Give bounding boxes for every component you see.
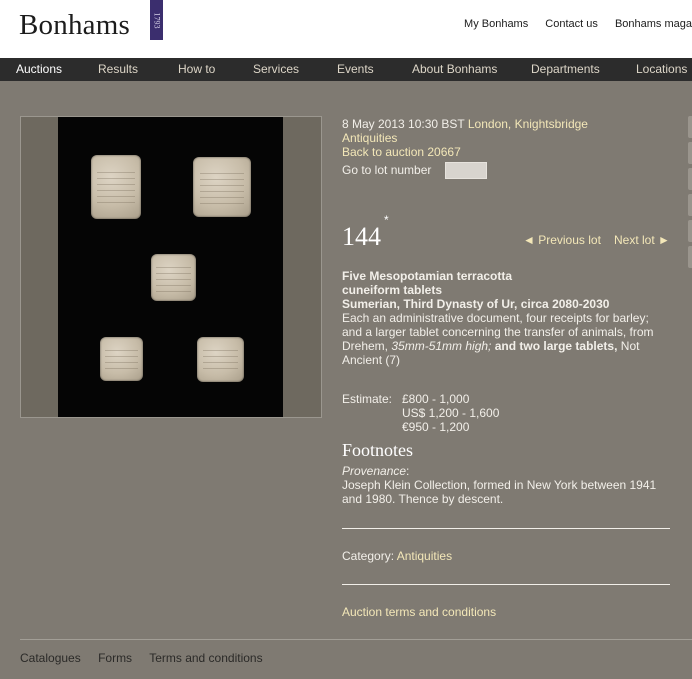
- nav-services[interactable]: Services: [253, 62, 299, 76]
- estimate-gbp: £800 - 1,000: [402, 392, 470, 406]
- divider: [342, 528, 670, 529]
- lot-desc-bold: and two large tablets,: [494, 339, 618, 353]
- tablet-image: [91, 155, 141, 219]
- provenance-label: Provenance: [342, 464, 407, 478]
- nav-departments[interactable]: Departments: [531, 62, 600, 76]
- lot-image[interactable]: [58, 117, 283, 417]
- tablet-image: [100, 337, 143, 381]
- side-tab[interactable]: [688, 246, 692, 268]
- previous-lot-link[interactable]: ◄ Previous lot: [523, 233, 601, 247]
- nav-auctions[interactable]: Auctions: [16, 62, 62, 76]
- nav-about-bonhams[interactable]: About Bonhams: [412, 62, 497, 76]
- footer-divider: [20, 639, 692, 640]
- side-tab[interactable]: [688, 142, 692, 164]
- brand-year-badge: 1793: [150, 0, 163, 40]
- nav-how-to[interactable]: How to: [178, 62, 215, 76]
- back-to-auction-link[interactable]: Back to auction 20667: [342, 145, 461, 159]
- footer-catalogues-link[interactable]: Catalogues: [20, 651, 81, 665]
- bonhams-magazine-link[interactable]: Bonhams maga: [615, 18, 692, 30]
- lot-image-frame[interactable]: [20, 116, 322, 418]
- estimate-usd: US$ 1,200 - 1,600: [402, 406, 500, 420]
- side-tab[interactable]: [688, 168, 692, 190]
- sale-location-link[interactable]: London, Knightsbridge: [468, 117, 588, 131]
- site-header: Bonhams 1793 My Bonhams Contact us Bonha…: [0, 0, 692, 58]
- footnotes-heading: Footnotes: [342, 440, 414, 460]
- contact-us-link[interactable]: Contact us: [545, 18, 598, 30]
- side-tab[interactable]: [688, 116, 692, 138]
- side-tabs: [688, 116, 692, 566]
- main-nav: Auctions Results How to Services Events …: [0, 58, 692, 81]
- lot-star-marker: *: [384, 213, 389, 227]
- footer-forms-link[interactable]: Forms: [98, 651, 132, 665]
- auction-terms-link[interactable]: Auction terms and conditions: [342, 605, 496, 619]
- estimate-label: Estimate:: [342, 392, 393, 406]
- category-link[interactable]: Antiquities: [397, 549, 452, 563]
- tablet-image: [151, 254, 196, 301]
- sale-info: 8 May 2013 10:30 BST London, Knightsbrid…: [342, 117, 588, 159]
- provenance-text: Joseph Klein Collection, formed in New Y…: [342, 478, 657, 506]
- category-label: Category:: [342, 549, 395, 563]
- tablet-image: [197, 337, 244, 382]
- brand-logo[interactable]: Bonhams: [19, 9, 130, 42]
- category-row: Category: Antiquities: [342, 549, 452, 563]
- lot-description: Five Mesopotamian terracotta cuneiform t…: [342, 269, 672, 367]
- divider: [342, 584, 670, 585]
- footer-links: Catalogues Forms Terms and conditions: [20, 651, 277, 665]
- estimate-eur: €950 - 1,200: [402, 420, 470, 434]
- lot-title-line-1: Five Mesopotamian terracotta: [342, 269, 513, 283]
- provenance: Provenance: Joseph Klein Collection, for…: [342, 464, 672, 506]
- lot-subtitle: Sumerian, Third Dynasty of Ur, circa 208…: [342, 297, 610, 311]
- nav-locations[interactable]: Locations: [636, 62, 687, 76]
- side-tab[interactable]: [688, 194, 692, 216]
- nav-events[interactable]: Events: [337, 62, 374, 76]
- nav-results[interactable]: Results: [98, 62, 138, 76]
- go-to-lot-label: Go to lot number: [342, 163, 432, 177]
- side-tab[interactable]: [688, 220, 692, 242]
- top-links: My Bonhams Contact us Bonhams maga: [450, 18, 692, 30]
- lot-title-line-2: cuneiform tablets: [342, 283, 443, 297]
- footer-terms-link[interactable]: Terms and conditions: [149, 651, 262, 665]
- lot-desc-dimensions: 35mm-51mm high;: [391, 339, 492, 353]
- next-lot-link[interactable]: Next lot ►: [614, 233, 670, 247]
- lot-number-input[interactable]: [445, 162, 487, 179]
- my-bonhams-link[interactable]: My Bonhams: [464, 18, 528, 30]
- lot-number: 144: [342, 222, 381, 251]
- sale-datetime: 8 May 2013 10:30 BST: [342, 117, 465, 131]
- estimate-values: £800 - 1,000 US$ 1,200 - 1,600 €950 - 1,…: [402, 392, 499, 434]
- tablet-image: [193, 157, 251, 217]
- department-link[interactable]: Antiquities: [342, 131, 397, 145]
